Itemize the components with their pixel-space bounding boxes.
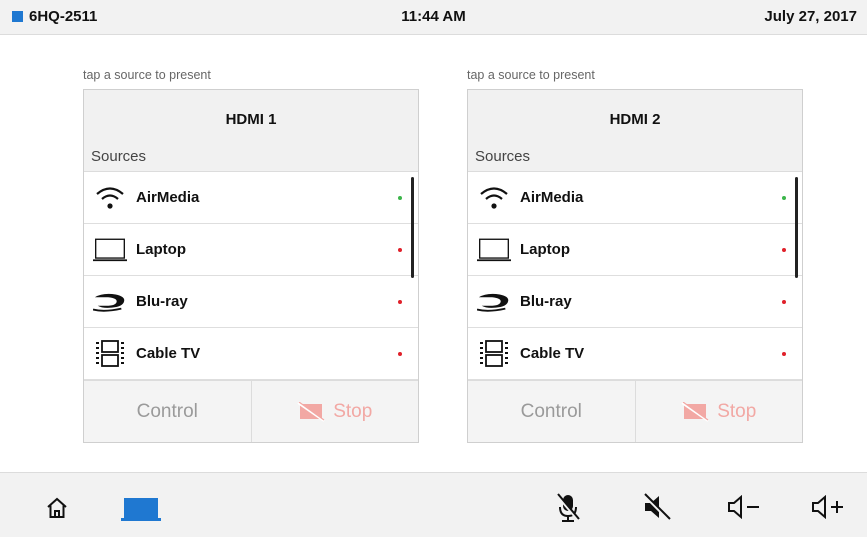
- source-item-airmedia[interactable]: AirMedia: [468, 172, 802, 224]
- stop-button[interactable]: Stop: [252, 381, 419, 442]
- status-offline-indicator: [782, 352, 786, 356]
- display-icon[interactable]: [121, 497, 161, 521]
- source-label: Cable TV: [520, 345, 585, 362]
- status-offline-indicator: [398, 352, 402, 356]
- bluray-icon: [93, 287, 127, 317]
- status-online-indicator: [398, 196, 402, 200]
- source-item-laptop[interactable]: Laptop: [84, 224, 418, 276]
- panel-title: HDMI 1: [84, 90, 418, 143]
- stop-button[interactable]: Stop: [636, 381, 803, 442]
- volume-down-icon[interactable]: [727, 495, 761, 519]
- source-label: Laptop: [136, 241, 186, 258]
- status-offline-indicator: [782, 300, 786, 304]
- laptop-icon: [93, 235, 127, 265]
- status-bar: 6HQ-2511 11:44 AM July 27, 2017: [0, 0, 867, 35]
- bluray-icon: [477, 287, 511, 317]
- panel-hint: tap a source to present: [83, 68, 211, 82]
- panel-title: HDMI 2: [468, 90, 802, 143]
- source-label: Blu-ray: [520, 293, 572, 310]
- sources-label: Sources: [84, 143, 418, 172]
- source-label: Laptop: [520, 241, 570, 258]
- panel-actions: Control Stop: [468, 380, 802, 442]
- source-item-laptop[interactable]: Laptop: [468, 224, 802, 276]
- sources-label: Sources: [468, 143, 802, 172]
- status-offline-indicator: [398, 248, 402, 252]
- control-button[interactable]: Control: [84, 381, 252, 442]
- stop-display-icon: [681, 401, 709, 422]
- source-list[interactable]: AirMedia Laptop Blu-ray Cable TV: [84, 172, 418, 382]
- stop-label: Stop: [717, 400, 757, 422]
- volume-up-icon[interactable]: [811, 495, 845, 519]
- status-offline-indicator: [398, 300, 402, 304]
- speaker-mute-icon[interactable]: [642, 493, 672, 521]
- control-button[interactable]: Control: [468, 381, 636, 442]
- wifi-icon: [93, 183, 127, 213]
- display-panel-hdmi-2: HDMI 2 Sources AirMedia Laptop Blu-ray C…: [467, 89, 803, 443]
- source-label: AirMedia: [520, 189, 584, 206]
- cable-tv-icon: [93, 339, 127, 369]
- panel-hint: tap a source to present: [467, 68, 595, 82]
- source-item-bluray[interactable]: Blu-ray: [468, 276, 802, 328]
- source-label: Cable TV: [136, 345, 201, 362]
- clock: 11:44 AM: [401, 8, 466, 25]
- panel-actions: Control Stop: [84, 380, 418, 442]
- source-list-scrollbar[interactable]: [411, 177, 414, 278]
- display-panel-hdmi-1: HDMI 1 Sources AirMedia Laptop Blu-ray C…: [83, 89, 419, 443]
- source-list-scrollbar[interactable]: [795, 177, 798, 278]
- status-online-indicator: [782, 196, 786, 200]
- laptop-icon: [477, 235, 511, 265]
- stop-display-icon: [297, 401, 325, 422]
- source-list[interactable]: AirMedia Laptop Blu-ray Cable TV: [468, 172, 802, 382]
- source-item-airmedia[interactable]: AirMedia: [84, 172, 418, 224]
- home-icon[interactable]: [46, 497, 68, 519]
- bottom-nav-bar: [0, 472, 867, 537]
- cable-tv-icon: [477, 339, 511, 369]
- source-item-cable-tv[interactable]: Cable TV: [468, 328, 802, 380]
- stop-label: Stop: [333, 400, 373, 422]
- source-label: AirMedia: [136, 189, 200, 206]
- status-offline-indicator: [782, 248, 786, 252]
- date: July 27, 2017: [764, 8, 857, 25]
- source-item-bluray[interactable]: Blu-ray: [84, 276, 418, 328]
- control-label: Control: [520, 400, 582, 422]
- mic-mute-icon[interactable]: [555, 493, 581, 523]
- wifi-icon: [477, 183, 511, 213]
- source-item-cable-tv[interactable]: Cable TV: [84, 328, 418, 380]
- control-label: Control: [136, 400, 198, 422]
- source-label: Blu-ray: [136, 293, 188, 310]
